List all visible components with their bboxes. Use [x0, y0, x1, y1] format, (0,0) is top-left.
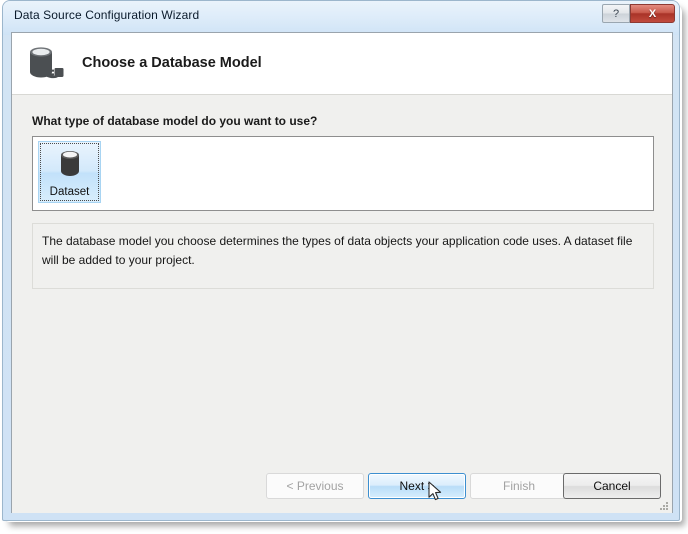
window-title: Data Source Configuration Wizard: [14, 8, 200, 22]
button-row: < Previous Next > Finish Cancel: [12, 473, 672, 499]
header-band: Choose a Database Model: [12, 33, 672, 95]
database-connection-icon: [24, 42, 70, 86]
wizard-window: Data Source Configuration Wizard ? X Cho…: [2, 0, 680, 521]
body-area: What type of database model do you want …: [12, 95, 672, 513]
question-label: What type of database model do you want …: [32, 114, 318, 128]
cancel-button[interactable]: Cancel: [563, 473, 661, 499]
next-button[interactable]: Next >: [368, 473, 466, 499]
database-cylinder-icon: [56, 147, 84, 179]
close-icon[interactable]: X: [630, 4, 675, 23]
help-icon[interactable]: ?: [602, 4, 630, 23]
title-bar[interactable]: Data Source Configuration Wizard ? X: [3, 1, 679, 31]
database-model-list[interactable]: Dataset: [32, 136, 654, 211]
resize-grip[interactable]: [657, 499, 669, 511]
previous-button[interactable]: < Previous: [266, 473, 364, 499]
list-item-label: Dataset: [49, 186, 90, 198]
description-text: The database model you choose determines…: [42, 234, 633, 267]
dialog-client-area: Choose a Database Model What type of dat…: [11, 32, 673, 513]
list-item-dataset[interactable]: Dataset: [38, 141, 101, 203]
desktop-background: Data Source Configuration Wizard ? X Cho…: [0, 0, 688, 534]
finish-button[interactable]: Finish: [470, 473, 568, 499]
page-title: Choose a Database Model: [82, 55, 262, 71]
description-panel: The database model you choose determines…: [32, 223, 654, 289]
